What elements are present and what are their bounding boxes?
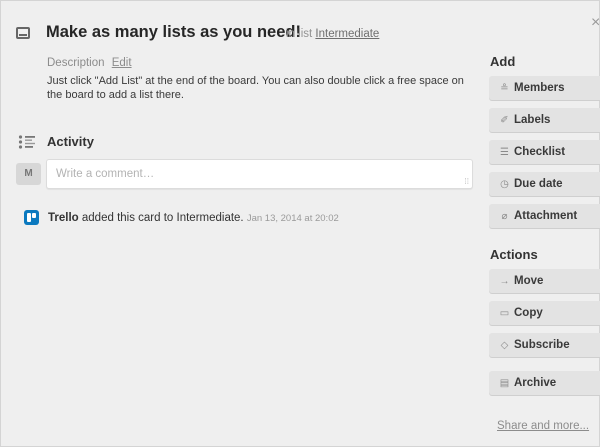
activity-list-icon [18, 135, 35, 149]
move-button-label: Move [514, 275, 544, 287]
checklist-button-label: Checklist [514, 146, 566, 158]
activity-text: added this card to Intermediate. [81, 212, 244, 224]
close-icon[interactable]: × [591, 15, 599, 31]
archive-button-label: Archive [514, 377, 557, 389]
copy-button[interactable]: ▭ Copy [489, 301, 600, 325]
labels-button[interactable]: ✐ Labels [489, 108, 600, 132]
attachment-button[interactable]: ⌀ Attachment [489, 204, 600, 228]
archive-button[interactable]: ▤ Archive [489, 371, 600, 395]
add-heading: Add [490, 54, 516, 69]
labels-button-label: Labels [514, 114, 551, 126]
comment-box[interactable]: ⁞⁞ [46, 159, 473, 189]
person-icon: ≗ [500, 83, 509, 94]
description-header: Description Edit [47, 57, 132, 69]
card-icon [16, 27, 30, 39]
card-title[interactable]: Make as many lists as you need! [46, 23, 301, 42]
due-date-button[interactable]: ◷ Due date [489, 172, 600, 196]
checklist-button[interactable]: ☰ Checklist [489, 140, 600, 164]
move-button[interactable]: → Move [489, 269, 600, 293]
trello-logo-icon [24, 210, 39, 225]
arrow-right-icon: → [499, 276, 510, 287]
card-detail-window: × Make as many lists as you need! in lis… [0, 0, 600, 447]
in-list-prefix: in list [286, 28, 313, 40]
resize-handle-icon[interactable]: ⁞⁞ [465, 178, 469, 186]
eye-icon: ◇ [500, 340, 509, 351]
subscribe-button[interactable]: ◇ Subscribe [489, 333, 600, 357]
subscribe-button-label: Subscribe [514, 339, 570, 351]
avatar[interactable]: M [16, 163, 41, 185]
list-link[interactable]: Intermediate [315, 28, 379, 40]
tag-icon: ✐ [500, 115, 509, 126]
actions-heading: Actions [490, 247, 538, 262]
archive-icon: ▤ [499, 378, 510, 389]
activity-entry: Trello added this card to Intermediate. … [48, 212, 339, 224]
members-button-label: Members [514, 82, 565, 94]
activity-timestamp[interactable]: Jan 13, 2014 at 20:02 [247, 213, 339, 224]
in-list-label: in list Intermediate [286, 28, 379, 40]
card-icon: ▭ [499, 308, 510, 319]
clock-icon: ◷ [500, 179, 509, 190]
activity-title: Activity [47, 134, 94, 149]
description-label: Description [47, 57, 105, 69]
comment-input[interactable] [56, 168, 456, 180]
share-and-more-link[interactable]: Share and more... [497, 420, 589, 432]
members-button[interactable]: ≗ Members [489, 76, 600, 100]
description-text: Just click "Add List" at the end of the … [47, 75, 464, 101]
due-date-button-label: Due date [514, 178, 563, 190]
paperclip-icon: ⌀ [501, 211, 508, 222]
copy-button-label: Copy [514, 307, 543, 319]
activity-actor[interactable]: Trello [48, 212, 79, 224]
attachment-button-label: Attachment [514, 210, 578, 222]
checklist-icon: ☰ [500, 147, 509, 158]
edit-description-link[interactable]: Edit [112, 57, 132, 69]
